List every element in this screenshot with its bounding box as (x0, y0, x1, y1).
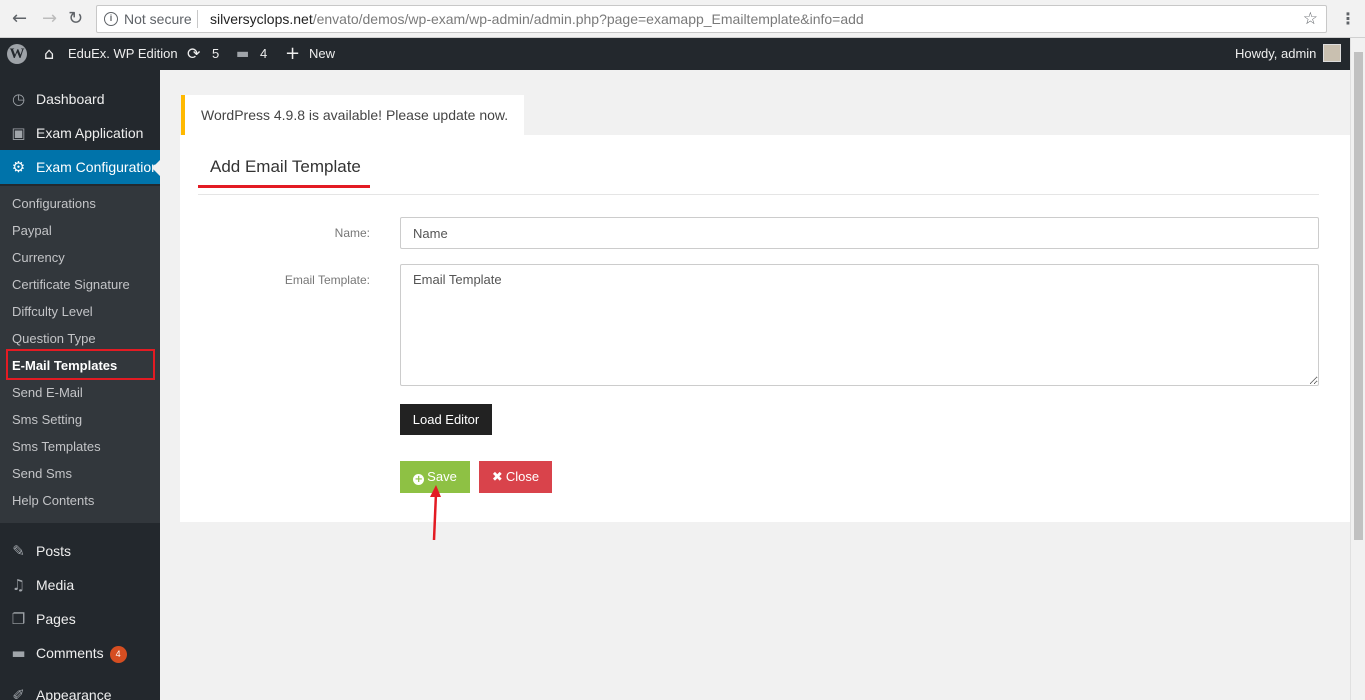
sidebar-item-media[interactable]: ♫ Media (0, 568, 160, 602)
page-scrollbar[interactable] (1350, 38, 1365, 700)
name-input[interactable] (400, 217, 1319, 249)
active-menu-arrow (152, 160, 160, 176)
url-path: /envato/demos/wp-exam/wp-admin/admin.php… (312, 11, 864, 27)
sidebar-item-label: Posts (36, 543, 72, 559)
sidebar-item-pages[interactable]: ❐ Pages (0, 602, 160, 636)
howdy-user-link[interactable]: Howdy, admin (1235, 38, 1316, 70)
browser-toolbar: ← → ↻ i Not secure silversyclops.net/env… (0, 0, 1365, 38)
brush-icon: ✐ (12, 686, 25, 700)
close-button[interactable]: ✖ Close (479, 461, 552, 493)
bookmark-star-icon[interactable]: ☆ (1303, 9, 1318, 29)
site-name-link[interactable]: EduEx. WP Edition (68, 38, 178, 70)
submenu-item-help-contents[interactable]: Help Contents (12, 492, 94, 510)
sidebar-item-dashboard[interactable]: ◷ Dashboard (0, 82, 160, 116)
close-icon: ✖ (491, 470, 503, 485)
email-template-textarea[interactable] (400, 264, 1319, 386)
sidebar-item-exam-configuration[interactable]: ⚙ Exam Configuration (0, 150, 160, 184)
submenu-item-configurations[interactable]: Configurations (12, 195, 96, 213)
submenu-item-difficulty-level[interactable]: Diffculty Level (12, 303, 93, 321)
submenu-item-certificate-signature[interactable]: Certificate Signature (12, 276, 130, 294)
submenu-item-send-email[interactable]: Send E-Mail (12, 384, 83, 402)
update-notice: WordPress 4.9.8 is available! Please upd… (181, 95, 524, 135)
sidebar-item-label: Dashboard (36, 91, 105, 107)
sidebar-item-label: Appearance (36, 687, 112, 700)
annotation-arrow (430, 485, 441, 541)
wp-admin-bar: W ⌂ EduEx. WP Edition ⟳ 5 ▬ 4 + New Howd… (0, 38, 1350, 70)
update-notice-text[interactable]: WordPress 4.9.8 is available! Please upd… (201, 107, 508, 123)
title-underline (198, 185, 370, 188)
sidebar-item-label: Exam Configuration (36, 159, 159, 175)
close-label: Close (505, 469, 540, 484)
name-label: Name: (334, 226, 370, 240)
sidebar-item-label: Media (36, 577, 75, 593)
save-label: Save (427, 469, 457, 484)
updates-count[interactable]: 5 (212, 38, 219, 70)
id-card-icon: ▣ (11, 124, 26, 142)
highlight-box (6, 349, 155, 380)
forward-arrow-icon[interactable]: → (42, 9, 57, 29)
sidebar-item-appearance[interactable]: ✐ Appearance (0, 678, 160, 700)
plus-circle-icon: + (413, 474, 425, 485)
browser-menu-icon[interactable]: ⋮ (1340, 9, 1356, 28)
sidebar-item-label: Pages (36, 611, 76, 627)
comments-icon[interactable]: ▬ (236, 38, 249, 70)
address-bar[interactable]: i Not secure silversyclops.net/envato/de… (96, 5, 1327, 33)
url-domain: silversyclops.net (210, 11, 313, 27)
back-arrow-icon[interactable]: ← (12, 9, 27, 29)
comments-count[interactable]: 4 (260, 38, 267, 70)
comment-icon: ▬ (11, 644, 26, 662)
pin-icon: ✎ (12, 542, 25, 560)
sidebar-item-posts[interactable]: ✎ Posts (0, 534, 160, 568)
sidebar-item-exam-application[interactable]: ▣ Exam Application (0, 116, 160, 150)
submenu-item-sms-setting[interactable]: Sms Setting (12, 411, 82, 429)
submenu-item-currency[interactable]: Currency (12, 249, 65, 267)
gear-icon: ⚙ (11, 158, 26, 176)
reload-icon[interactable]: ↻ (68, 9, 83, 29)
plus-icon[interactable]: + (285, 38, 300, 70)
avatar[interactable] (1323, 44, 1341, 62)
submenu-item-question-type[interactable]: Question Type (12, 330, 96, 348)
url-separator (197, 10, 198, 28)
submenu-item-paypal[interactable]: Paypal (12, 222, 52, 240)
comments-label: Comments (36, 645, 104, 661)
divider (198, 194, 1319, 195)
wordpress-logo-icon[interactable]: W (7, 44, 27, 64)
page-title: Add Email Template (210, 157, 361, 176)
load-editor-button[interactable]: Load Editor (400, 404, 492, 435)
info-icon[interactable]: i (104, 12, 118, 26)
home-icon[interactable]: ⌂ (44, 38, 54, 70)
updates-icon[interactable]: ⟳ (187, 38, 200, 70)
email-template-label: Email Template: (284, 273, 370, 287)
sidebar-item-label: Exam Application (36, 125, 144, 141)
comment-count-badge: 4 (109, 645, 127, 663)
url-text[interactable]: silversyclops.net/envato/demos/wp-exam/w… (210, 11, 864, 27)
dashboard-icon: ◷ (11, 90, 26, 108)
media-icon: ♫ (11, 576, 26, 594)
submenu-item-sms-templates[interactable]: Sms Templates (12, 438, 101, 456)
sidebar-item-label: Comments 4 (36, 636, 127, 670)
security-status[interactable]: Not secure (124, 11, 192, 27)
sidebar-item-comments[interactable]: ▬ Comments 4 (0, 636, 160, 670)
new-content-link[interactable]: New (309, 38, 335, 70)
pages-icon: ❐ (11, 610, 26, 628)
submenu-item-send-sms[interactable]: Send Sms (12, 465, 72, 483)
scrollbar-thumb[interactable] (1354, 52, 1363, 540)
